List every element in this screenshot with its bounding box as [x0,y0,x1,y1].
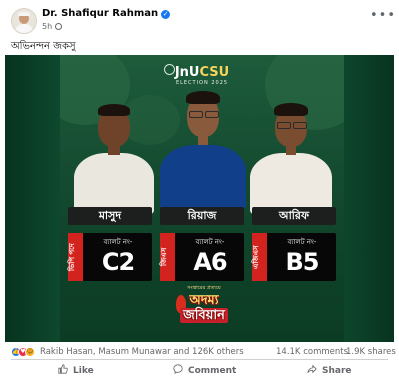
comments-count[interactable]: 14.1K comments [276,347,348,357]
like-label: Like [73,366,94,376]
ballot-code-2: A6 [193,248,227,276]
comment-label: Comment [188,366,237,376]
globe-icon [55,23,63,30]
post-actions: Like Comment Share [0,361,399,381]
post-meta: 5h [42,22,63,32]
post-tag-1: ভিপি পদে [68,233,83,281]
shares-count[interactable]: 1.9K shares [346,347,396,357]
logo-accent: CSU [199,65,230,80]
actions-divider [11,359,388,360]
candidate-photo-2 [160,83,246,211]
badge-line-1: অদম্য [189,293,219,308]
verified-icon: ✓ [161,10,171,19]
like-button[interactable]: Like [58,364,94,378]
campaign-badge: সংস্কারের প্রত্যয়ে অদম্য জবিয়ান [176,285,232,335]
more-options-icon[interactable]: ••• [370,9,396,22]
ballot-box-2: জিএস ব্যালট নং- A6 [160,233,244,281]
ballot-label-1: ব্যালট নং- [103,238,133,246]
post-tag-2: জিএস [160,233,175,281]
ballot-label-2: ব্যালট নং- [195,238,225,246]
candidate-name-2: রিয়াজ [160,207,244,225]
share-icon [307,364,317,374]
author-name[interactable]: Dr. Shafiqur Rahman [42,8,158,19]
post-caption: অভিনন্দন জকসু [11,41,76,52]
ballot-code-3: B5 [285,248,320,276]
badge-line-2: জবিয়ান [180,308,228,323]
election-poster: JnUCSU ELECTION 2025 মাসুদ রিয়াজ আরিফ ভ… [60,55,344,342]
care-reaction-icon: ☺ [25,347,35,357]
comment-icon [173,364,183,374]
facebook-post: Dr. Shafiqur Rahman ✓ 5h ••• অভিনন্দন জকস… [0,0,399,382]
post-image[interactable]: JnUCSU ELECTION 2025 মাসুদ রিয়াজ আরিফ ভ… [5,55,394,342]
post-tag-3: এজিএস [252,233,267,281]
like-icon [58,364,68,374]
reaction-icons[interactable]: 👍 ♥ ☺ [11,347,41,357]
candidate-photo-1 [74,95,154,215]
candidate-photo-3 [250,95,332,215]
share-label: Share [322,366,352,376]
ballot-box-3: এজিএস ব্যালট নং- B5 [252,233,336,281]
post-header: Dr. Shafiqur Rahman ✓ 5h ••• [0,0,399,34]
image-backdrop-left [5,55,65,342]
ballot-code-1: C2 [101,248,135,276]
candidate-name-1: মাসুদ [68,207,152,225]
ballot-label-3: ব্যালট নং- [287,238,317,246]
logo-top: JnU [174,65,200,80]
badge-tagline: সংস্কারের প্রত্যয়ে [187,285,221,291]
share-button[interactable]: Share [307,364,352,378]
post-time[interactable]: 5h [42,22,52,31]
author-avatar[interactable] [11,8,37,34]
author-name-row: Dr. Shafiqur Rahman ✓ [42,8,171,20]
candidate-name-3: আরিফ [252,207,336,225]
ballot-box-1: ভিপি পদে ব্যালট নং- C2 [68,233,152,281]
reaction-summary[interactable]: Rakib Hasan, Masum Munawar and 126K othe… [40,347,244,357]
candidate-names: মাসুদ রিয়াজ আরিফ [60,207,344,229]
comment-button[interactable]: Comment [173,364,236,378]
